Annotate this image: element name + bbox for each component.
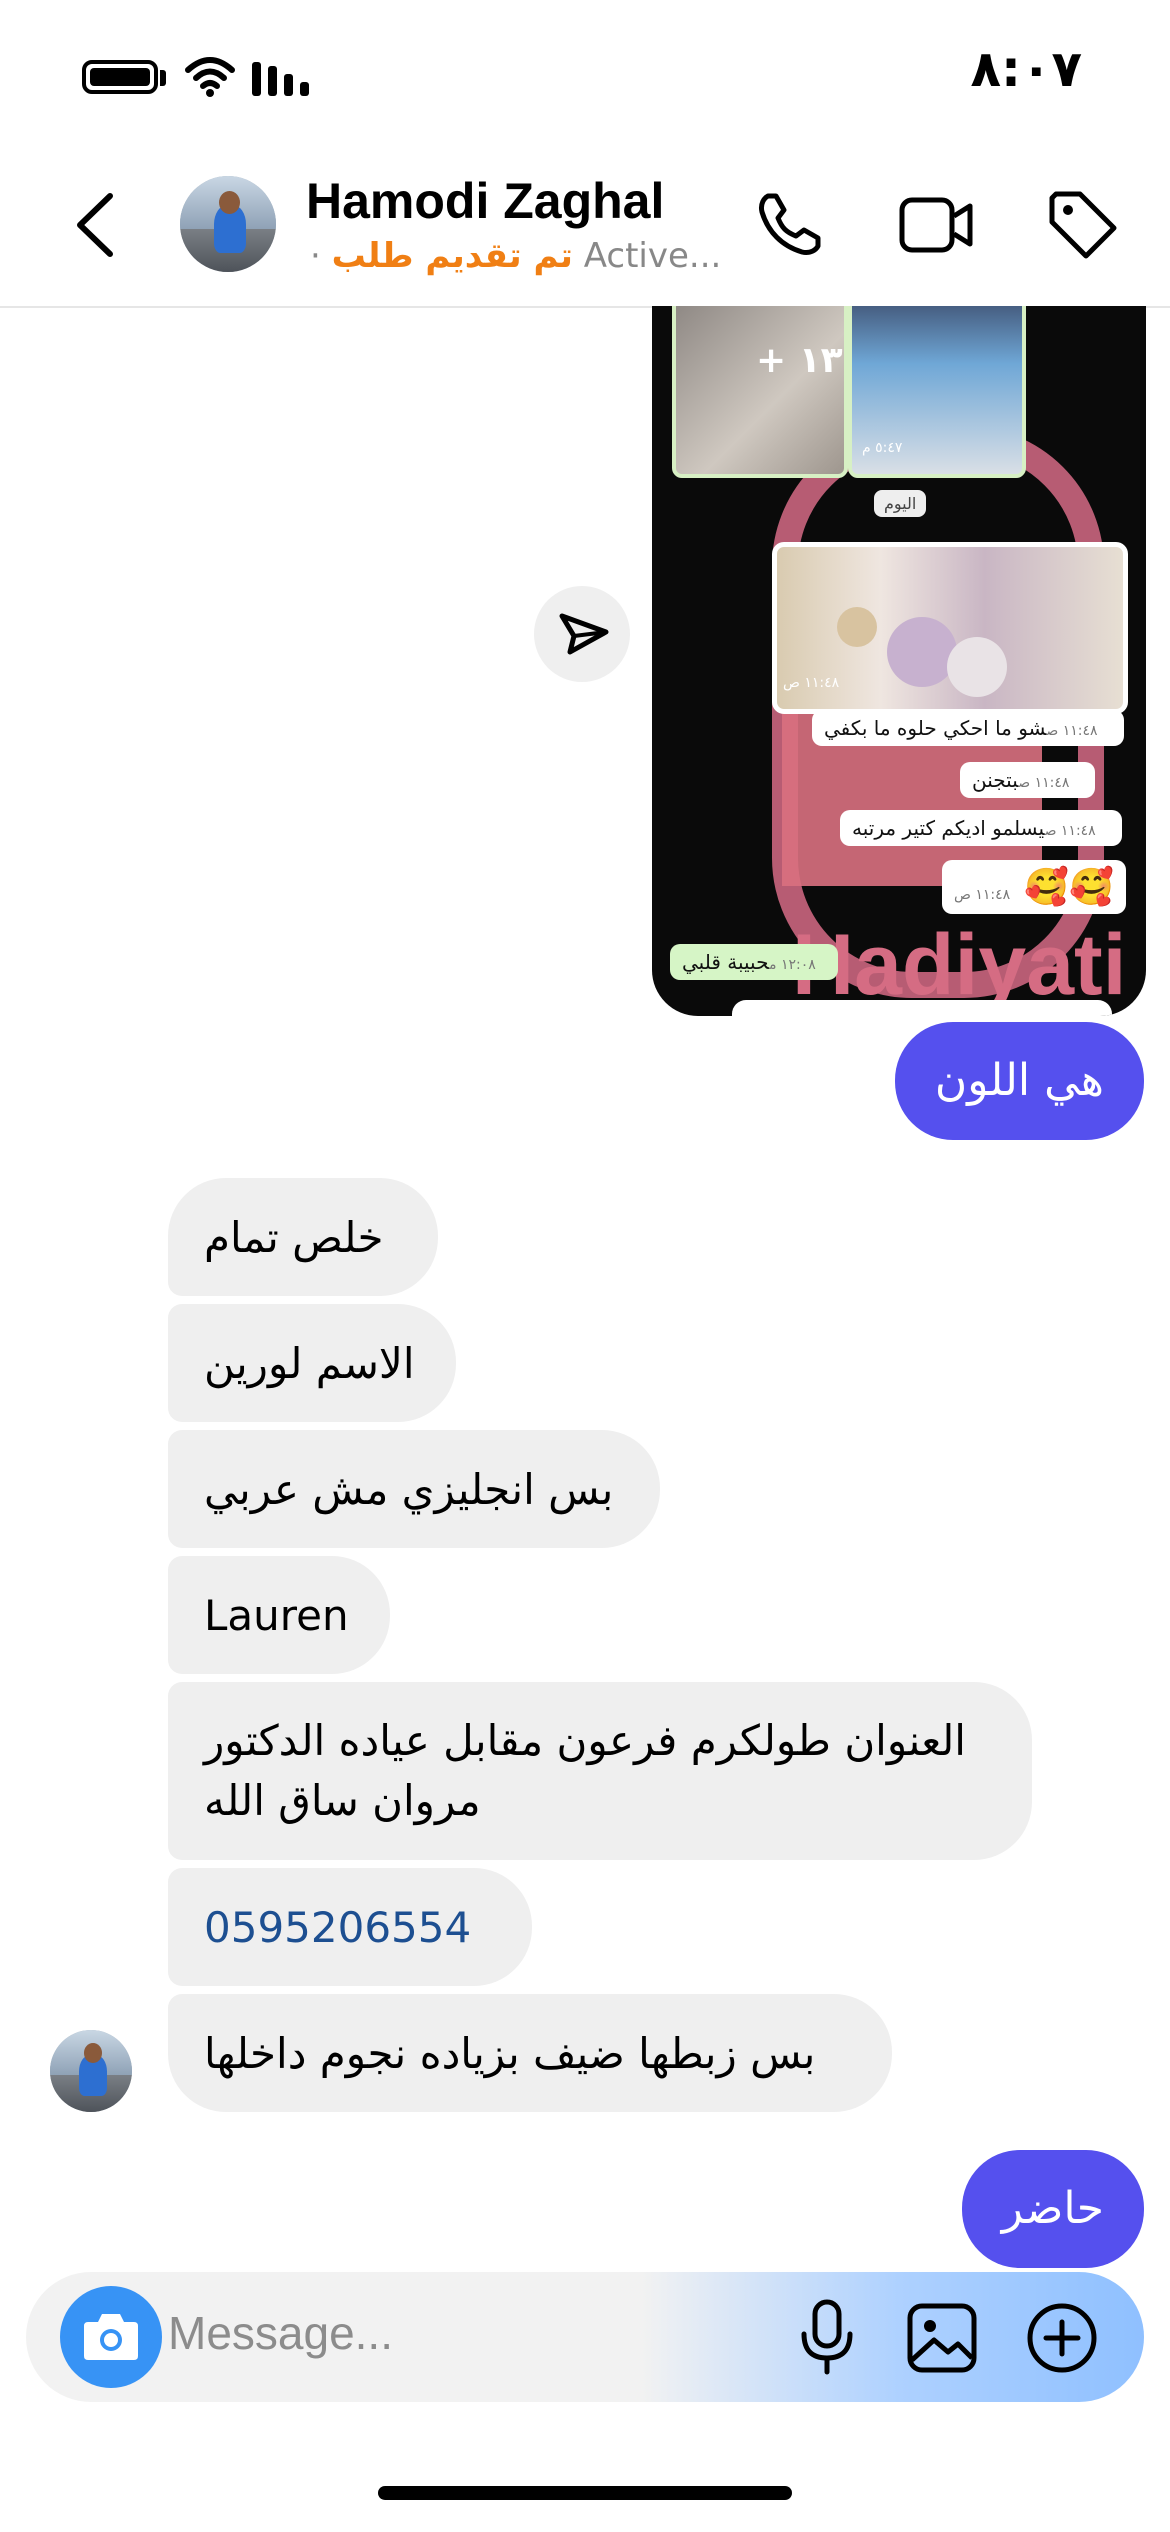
screenshot-input-bar (732, 1000, 1112, 1016)
incoming-message[interactable]: بس زبطها ضيف بزياده نجوم داخلها (168, 1994, 892, 2112)
screenshot-message: ١١:٤٨ صبتجنن (960, 762, 1096, 798)
gallery-icon[interactable] (904, 2300, 980, 2376)
screenshot-message: ١١:٤٨ صيسلمو اديكم كتير مرتبه (840, 810, 1122, 846)
share-button[interactable] (534, 586, 630, 682)
incoming-message[interactable]: خلص تمام (168, 1178, 438, 1296)
battery-icon (82, 60, 158, 94)
plus-count: + ١٣ (756, 340, 843, 381)
activity-status: Active... (583, 236, 722, 276)
incoming-message[interactable]: العنوان طولكرم فرعون مقابل عياده الدكتور… (168, 1682, 1032, 1860)
phone-link[interactable]: 0595206554 (204, 1903, 471, 1952)
phone-number-message[interactable]: 0595206554 (168, 1868, 532, 1986)
mic-icon[interactable] (792, 2298, 862, 2378)
camera-button[interactable] (60, 2286, 162, 2388)
battery-tip (160, 70, 166, 86)
phone-icon[interactable] (754, 188, 826, 260)
add-icon[interactable] (1024, 2300, 1100, 2376)
outgoing-message[interactable]: هي اللون (894, 1022, 1144, 1140)
back-icon[interactable] (70, 190, 120, 260)
thumb-time: ٥:٤٧ م (862, 440, 903, 456)
forwarded-screenshot[interactable]: Hadiyati + ١٣ ٥:٤٧ م اليوم ١١:٤٨ ص ١١:٤٨… (652, 306, 1146, 1016)
home-indicator[interactable] (378, 2486, 792, 2500)
signal-icon (252, 60, 316, 96)
message-line: مروان ساق الله (204, 1776, 481, 1825)
screenshot-reply: ١٢:٠٨ محبيبة قلبي (670, 944, 838, 980)
order-tag: تم تقديم طلب (331, 236, 573, 276)
tag-icon[interactable] (1046, 188, 1120, 262)
avatar[interactable] (180, 176, 276, 272)
contact-status: · تم تقديم طلب Active... (310, 236, 721, 276)
sender-avatar[interactable] (50, 2030, 132, 2112)
outgoing-message[interactable]: حاضر (961, 2150, 1144, 2268)
thumbnail: ٥:٤٧ م (848, 306, 1026, 478)
wifi-icon (185, 57, 235, 97)
day-label: اليوم (874, 490, 927, 517)
status-dot: · (310, 236, 321, 276)
send-icon (559, 613, 609, 655)
message-input[interactable]: Message... (168, 2306, 393, 2360)
message-line: العنوان طولكرم فرعون مقابل عياده الدكتور (204, 1716, 966, 1765)
photo-message: ١١:٤٨ ص (772, 542, 1128, 714)
incoming-message[interactable]: Lauren (168, 1556, 390, 1674)
thumbnail: + ١٣ (672, 306, 848, 478)
incoming-message[interactable]: بس انجليزي مش عربي (168, 1430, 660, 1548)
incoming-message[interactable]: الاسم لورين (168, 1304, 456, 1422)
camera-icon (84, 2314, 138, 2360)
status-time: ٨:٠٧ (970, 40, 1082, 98)
screenshot-message: ١١:٤٨ ص 🥰🥰 (942, 860, 1126, 914)
photo-time: ١١:٤٨ ص (783, 675, 840, 691)
video-icon[interactable] (898, 188, 974, 260)
contact-name[interactable]: Hamodi Zaghal (306, 172, 664, 230)
screenshot-message: ١١:٤٨ صشو ما احكي حلوه ما بكفي (812, 710, 1124, 746)
